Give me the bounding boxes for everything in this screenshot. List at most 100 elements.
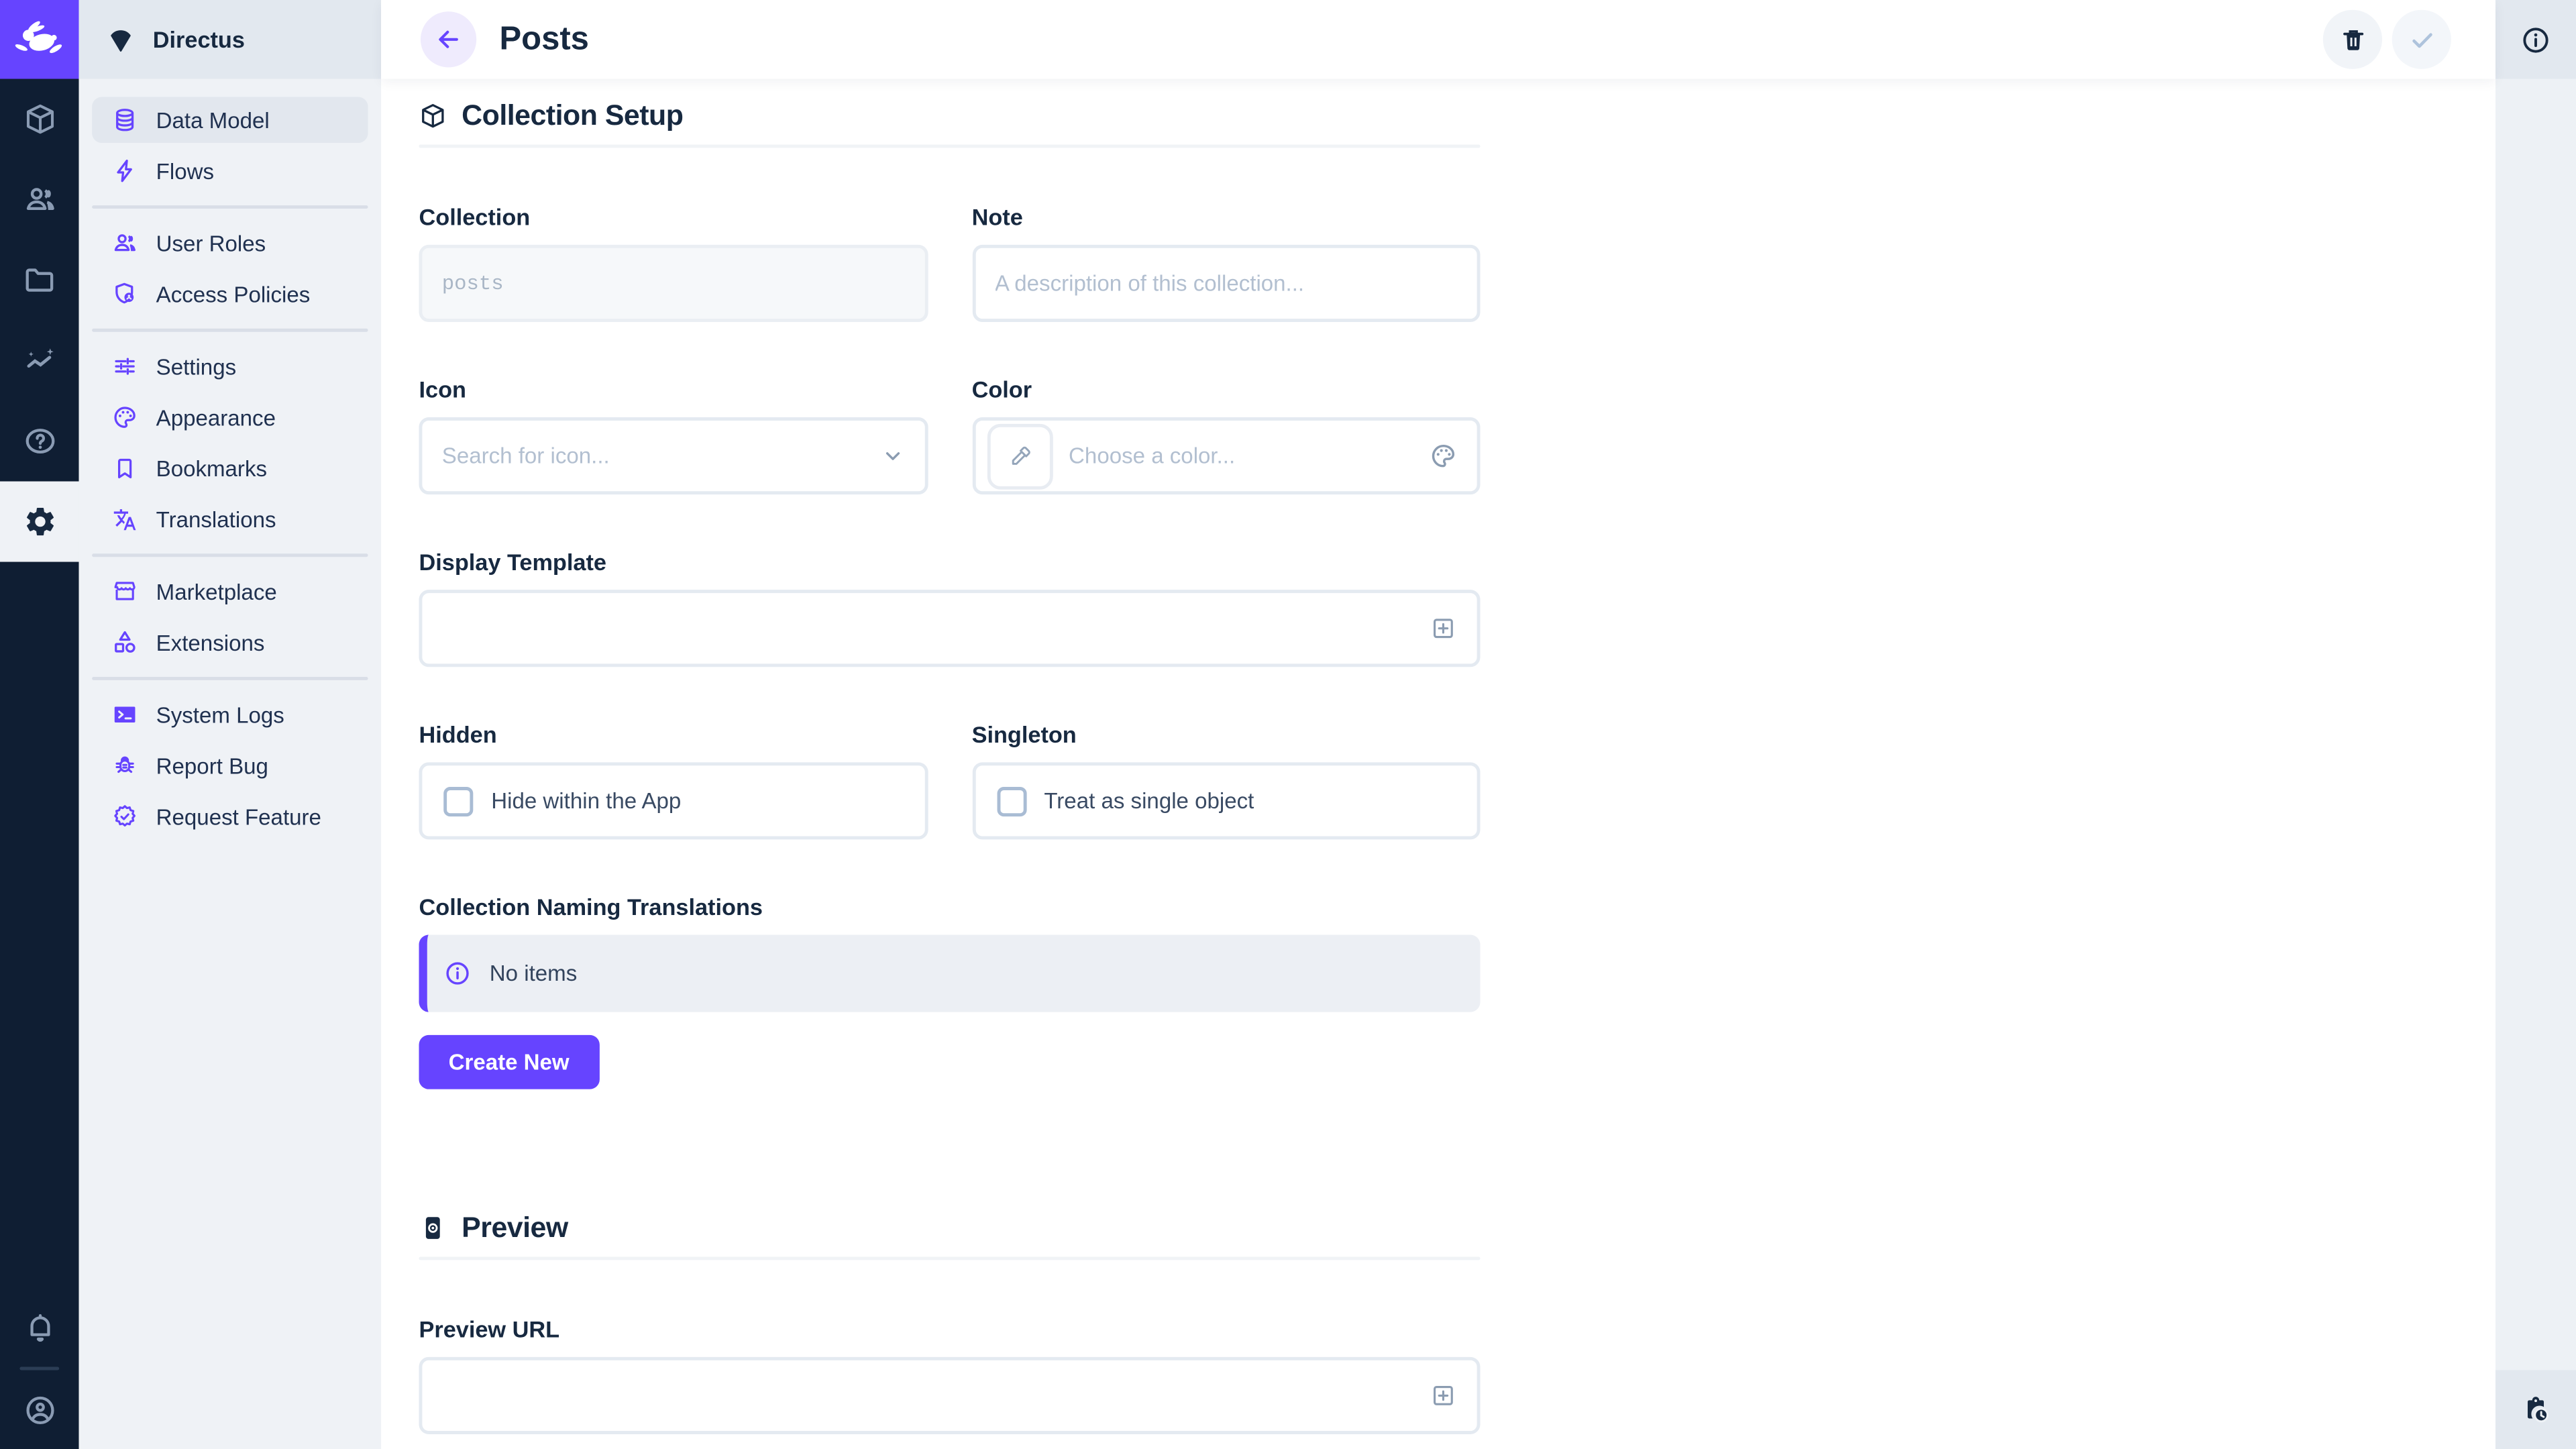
create-new-button[interactable]: Create New	[419, 1035, 598, 1089]
project-name: Directus	[153, 26, 245, 52]
arrow-left-icon	[435, 26, 462, 52]
header-actions	[2323, 10, 2451, 69]
translate-icon	[112, 506, 138, 532]
note-input[interactable]	[995, 271, 1457, 296]
color-input[interactable]	[1069, 443, 1413, 468]
sidebar-item-label: Flows	[156, 158, 214, 183]
rail-body	[2496, 79, 2576, 1371]
display-template-label: Display Template	[419, 549, 1480, 575]
sidebar-item-label: Report Bug	[156, 753, 268, 778]
revisions-button[interactable]	[2496, 1370, 2576, 1449]
sidebar-item-label: Bookmarks	[156, 456, 267, 481]
right-rail	[2496, 0, 2576, 1449]
hidden-field-group: Hidden Hide within the App	[419, 721, 927, 839]
back-button[interactable]	[421, 11, 476, 67]
module-documentation-button[interactable]	[0, 401, 79, 482]
category-icon	[112, 629, 138, 655]
singleton-field-group: Singleton Treat as single object	[972, 721, 1481, 839]
directus-logo[interactable]	[0, 0, 79, 79]
collection-input-shell	[419, 245, 927, 322]
note-field-group: Note	[972, 204, 1481, 322]
display-template-input[interactable]	[442, 616, 1413, 641]
sidebar-item-label: User Roles	[156, 231, 266, 256]
bookmark-icon	[112, 455, 138, 481]
palette-icon[interactable]	[1430, 442, 1458, 470]
module-account-button[interactable]	[0, 1370, 79, 1449]
singleton-checkbox[interactable]	[996, 786, 1026, 816]
folder-icon	[22, 263, 56, 297]
info-icon	[2520, 24, 2552, 56]
sidebar-item-translations[interactable]: Translations	[92, 496, 368, 543]
sidebar-item-settings[interactable]: Settings	[92, 343, 368, 390]
sidebar-item-request-feature[interactable]: Request Feature	[92, 794, 368, 840]
sidebar-item-report-bug[interactable]: Report Bug	[92, 743, 368, 789]
collection-field-group: Collection	[419, 204, 927, 322]
preview-url-input[interactable]	[442, 1383, 1413, 1408]
note-input-shell	[972, 245, 1481, 322]
display-template-shell	[419, 590, 1480, 667]
bell-icon	[22, 1310, 56, 1344]
check-icon	[2408, 25, 2436, 54]
nav-list: Data Model Flows User Roles Access Policies…	[79, 79, 382, 845]
sidebar-item-system-logs[interactable]: System Logs	[92, 692, 368, 738]
help-icon	[22, 424, 56, 458]
add-box-icon[interactable]	[1430, 614, 1458, 643]
icon-label: Icon	[419, 376, 927, 402]
naming-translations-label: Collection Naming Translations	[419, 894, 1480, 920]
color-swatch-button[interactable]	[987, 423, 1053, 489]
storefront-icon	[112, 578, 138, 604]
info-sidebar-button[interactable]	[2496, 0, 2576, 79]
sidebar-item-marketplace[interactable]: Marketplace	[92, 568, 368, 614]
color-field-group: Color	[972, 376, 1481, 494]
module-insights-button[interactable]	[0, 321, 79, 401]
collection-form: Collection Setup Collection Note	[419, 79, 1480, 1434]
preview-heading: Preview	[419, 1191, 1480, 1246]
people-icon	[22, 182, 56, 217]
add-box-icon[interactable]	[1430, 1382, 1458, 1410]
sidebar-item-label: Translations	[156, 507, 276, 532]
collection-setup-heading: Collection Setup	[419, 79, 1480, 133]
box-icon	[22, 102, 56, 136]
hidden-toggle[interactable]: Hide within the App	[419, 762, 927, 839]
sidebar-item-appearance[interactable]: Appearance	[92, 394, 368, 441]
note-label: Note	[972, 204, 1481, 230]
sidebar-divider	[92, 677, 368, 680]
sidebar-item-user-roles[interactable]: User Roles	[92, 220, 368, 266]
sidebar-item-extensions[interactable]: Extensions	[92, 619, 368, 665]
module-file-library-button[interactable]	[0, 240, 79, 321]
content-scroll[interactable]: Collection Setup Collection Note	[381, 79, 2496, 1449]
sidebar-item-access-policies[interactable]: Access Policies	[92, 271, 368, 317]
sidebar-item-label: Request Feature	[156, 804, 321, 829]
database-icon	[112, 107, 138, 133]
save-button[interactable]	[2392, 10, 2451, 69]
icon-input-shell	[419, 417, 927, 494]
hidden-checkbox[interactable]	[443, 786, 473, 816]
insights-icon	[22, 343, 56, 378]
singleton-toggle[interactable]: Treat as single object	[972, 762, 1481, 839]
module-notifications-button[interactable]	[0, 1288, 79, 1367]
sidebar-divider	[92, 329, 368, 332]
chevron-down-icon[interactable]	[879, 443, 904, 468]
module-content-button[interactable]	[0, 79, 79, 160]
preview-icon	[419, 1214, 447, 1242]
icon-field-group: Icon	[419, 376, 927, 494]
module-user-directory-button[interactable]	[0, 160, 79, 240]
preview-url-shell	[419, 1357, 1480, 1434]
delete-button[interactable]	[2323, 10, 2382, 69]
box-icon	[419, 102, 447, 130]
sidebar-item-data-model[interactable]: Data Model	[92, 97, 368, 143]
no-items-notice: No items	[419, 934, 1480, 1012]
clipboard-clock-icon	[2520, 1394, 2552, 1426]
module-settings-button[interactable]	[0, 482, 79, 562]
sidebar-item-label: Appearance	[156, 405, 276, 430]
module-bar	[0, 0, 79, 1449]
section-divider	[419, 145, 1480, 148]
sidebar-item-bookmarks[interactable]: Bookmarks	[92, 445, 368, 492]
collection-input	[442, 272, 904, 294]
sidebar-divider	[92, 553, 368, 557]
project-header[interactable]: Directus	[79, 0, 382, 79]
icon-search-input[interactable]	[442, 443, 863, 468]
sidebar-item-flows[interactable]: Flows	[92, 148, 368, 194]
sidebar-divider	[92, 205, 368, 209]
eyedropper-icon	[1006, 443, 1032, 469]
